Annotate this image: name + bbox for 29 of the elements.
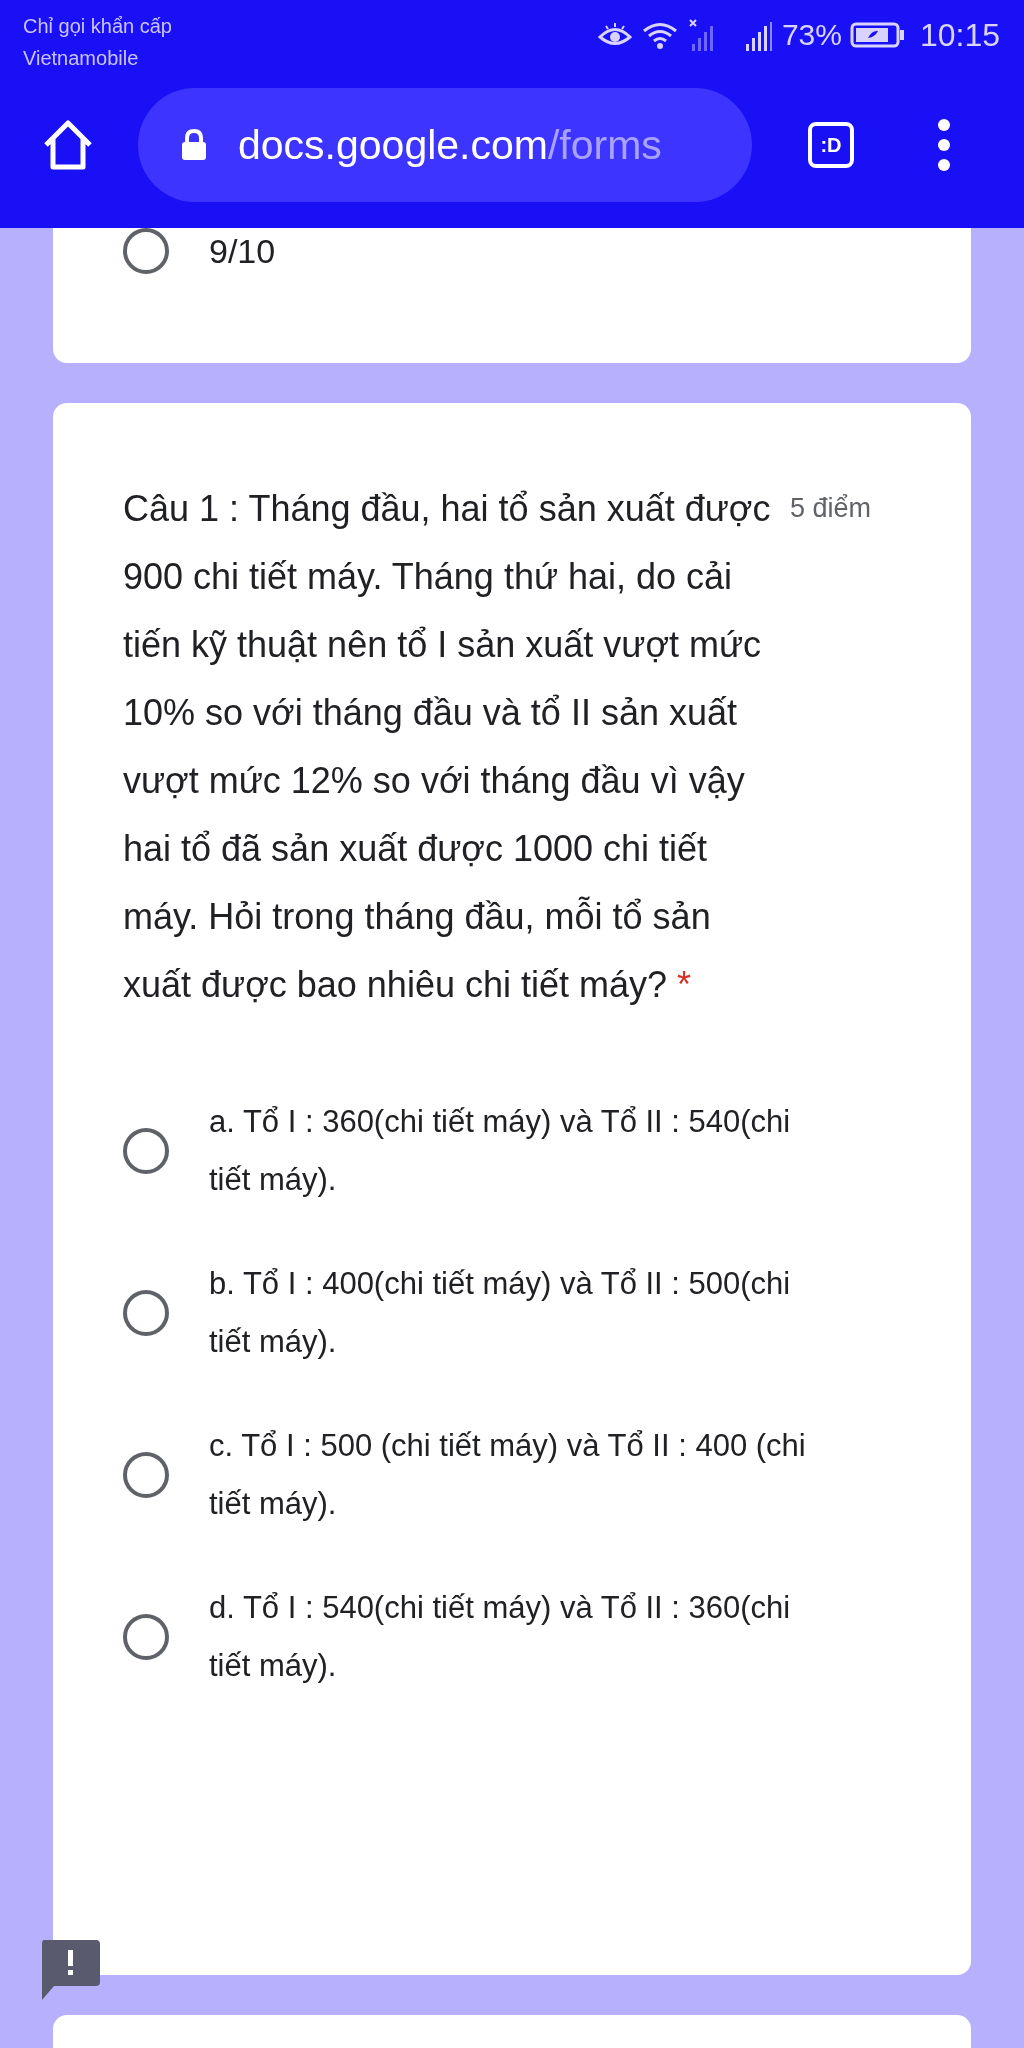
option-label: a. Tổ I : 360(chi tiết máy) và Tổ II : 540(chi tiết máy). [209, 1103, 792, 1199]
points-label: 5 điểm [789, 493, 871, 524]
radio-button[interactable] [123, 228, 169, 274]
radio-button[interactable] [123, 1614, 169, 1660]
battery-percent: 73% [781, 18, 842, 52]
radio-button[interactable] [123, 1452, 169, 1498]
question-text: Câu 1 : Tháng đầu, hai tổ sản xuất được 900 chi tiết máy. Tháng thứ hai, do cải tiến kỹ thuật nên tổ I sản xuất vượt mức 10% so với tháng đầu và tổ II sản xuất vượt mức 12% so với tháng đầu vì vậy hai tổ đã sản xuất được 1000 chi tiết máy. Hỏi trong tháng đầu, mỗi tổ sản xuất được bao nhiêu chi tiết máy? * [123, 487, 772, 1007]
tab-switcher[interactable]: :D [808, 122, 854, 168]
clock: 10:15 [919, 16, 1000, 54]
address-bar[interactable]: docs.google.com/forms [138, 88, 752, 202]
option-label: c. Tổ I : 500 (chi tiết máy) và Tổ II : 400 (chi tiết máy). [209, 1427, 807, 1523]
required-mark: * [677, 964, 692, 1005]
lock-icon [180, 128, 208, 162]
eye-icon [597, 22, 632, 48]
radio-button[interactable] [123, 1128, 169, 1174]
radio-option[interactable]: a. Tổ I : 360(chi tiết máy) và Tổ II : 540(chi tiết máy). [123, 1093, 899, 1209]
carrier-text: Vietnamobile [23, 46, 140, 71]
option-label: d. Tổ I : 540(chi tiết máy) và Tổ II : 360(chi tiết máy). [209, 1589, 792, 1685]
option-label: b. Tổ I : 400(chi tiết máy) và Tổ II : 500(chi tiết máy). [209, 1265, 792, 1361]
radio-option[interactable]: 9/10 [123, 228, 829, 274]
battery-icon [849, 21, 906, 49]
option-label: 9/10 [209, 231, 277, 271]
menu-icon[interactable] [936, 117, 952, 173]
radio-button[interactable] [123, 1290, 169, 1336]
radio-option[interactable]: b. Tổ I : 400(chi tiết máy) và Tổ II : 500(chi tiết máy). [123, 1255, 899, 1371]
radio-option[interactable]: c. Tổ I : 500 (chi tiết máy) và Tổ II : 400 (chi tiết máy). [123, 1417, 899, 1533]
carrier-text: Chỉ gọi khẩn cấp [23, 14, 172, 39]
radio-option[interactable]: d. Tổ I : 540(chi tiết máy) và Tổ II : 360(chi tiết máy). [123, 1579, 899, 1695]
url-text: docs.google.com/forms [238, 121, 662, 169]
